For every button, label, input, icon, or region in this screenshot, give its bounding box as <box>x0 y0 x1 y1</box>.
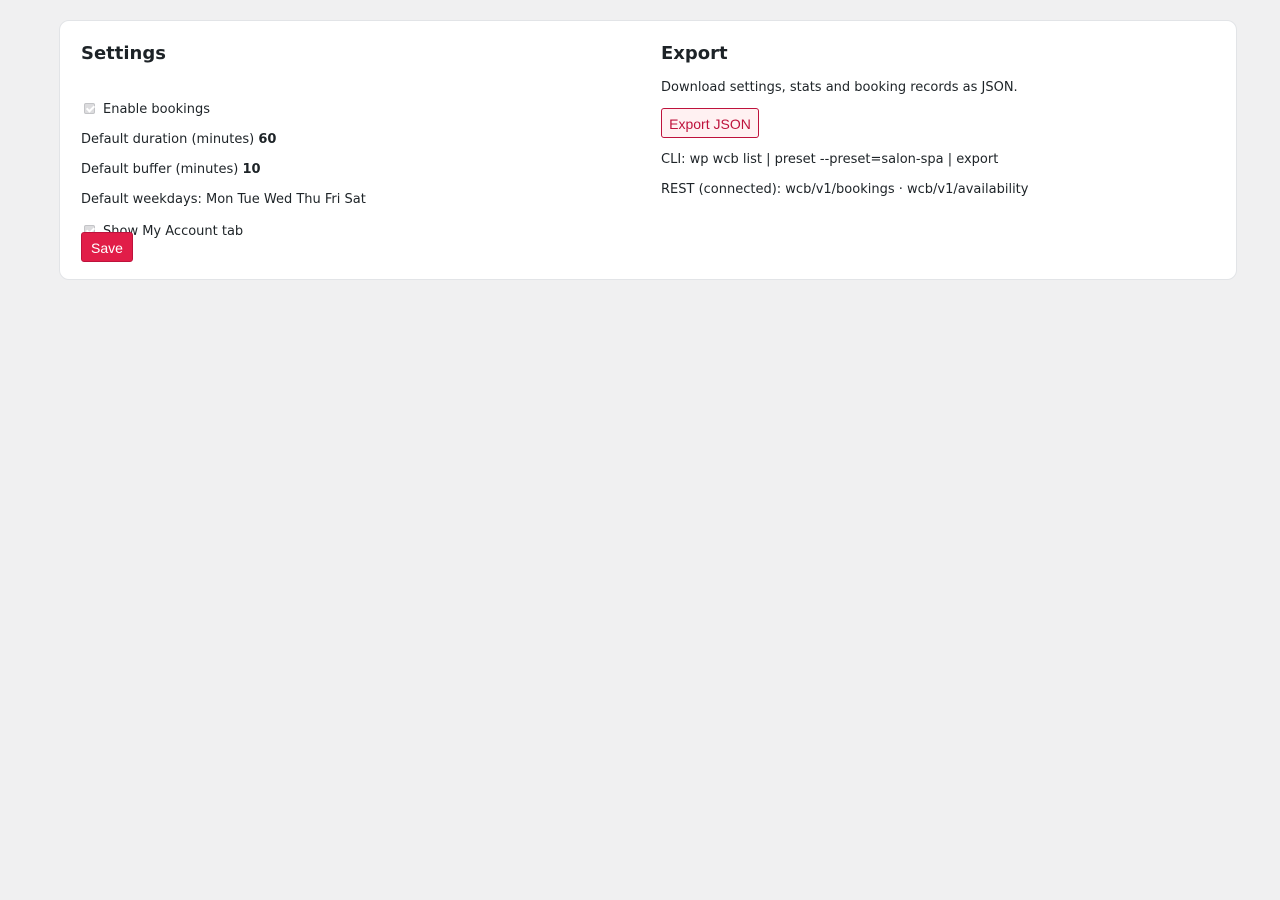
cli-text: CLI: wp wcb list | preset --preset=salon… <box>661 152 999 167</box>
rest-text: REST (connected): wcb/v1/bookings · wcb/… <box>661 182 1029 197</box>
default-buffer-row: Default buffer (minutes) 10 <box>81 161 261 179</box>
default-buffer-label: Default buffer (minutes) <box>81 162 239 177</box>
default-duration-label: Default duration (minutes) <box>81 132 255 147</box>
export-json-button[interactable]: Export JSON <box>661 108 759 138</box>
default-weekdays-row: Default weekdays: Mon Tue Wed Thu Fri Sa… <box>81 191 366 209</box>
enable-bookings-label: Enable bookings <box>103 102 210 117</box>
default-buffer-value[interactable]: 10 <box>242 162 260 177</box>
default-weekdays-value[interactable]: Mon Tue Wed Thu Fri Sat <box>206 192 366 207</box>
enable-bookings-checkbox[interactable] <box>84 103 95 114</box>
default-weekdays-label: Default weekdays: <box>81 192 202 207</box>
default-duration-value[interactable]: 60 <box>258 132 276 147</box>
export-description: Download settings, stats and booking rec… <box>661 80 1018 95</box>
save-button[interactable]: Save <box>81 232 133 262</box>
enable-bookings-row[interactable]: Enable bookings <box>81 101 210 119</box>
export-title: Export <box>661 43 728 64</box>
settings-title: Settings <box>81 43 166 64</box>
default-duration-row: Default duration (minutes) 60 <box>81 131 276 149</box>
settings-card: Settings Enable bookings Default duratio… <box>59 20 1237 280</box>
